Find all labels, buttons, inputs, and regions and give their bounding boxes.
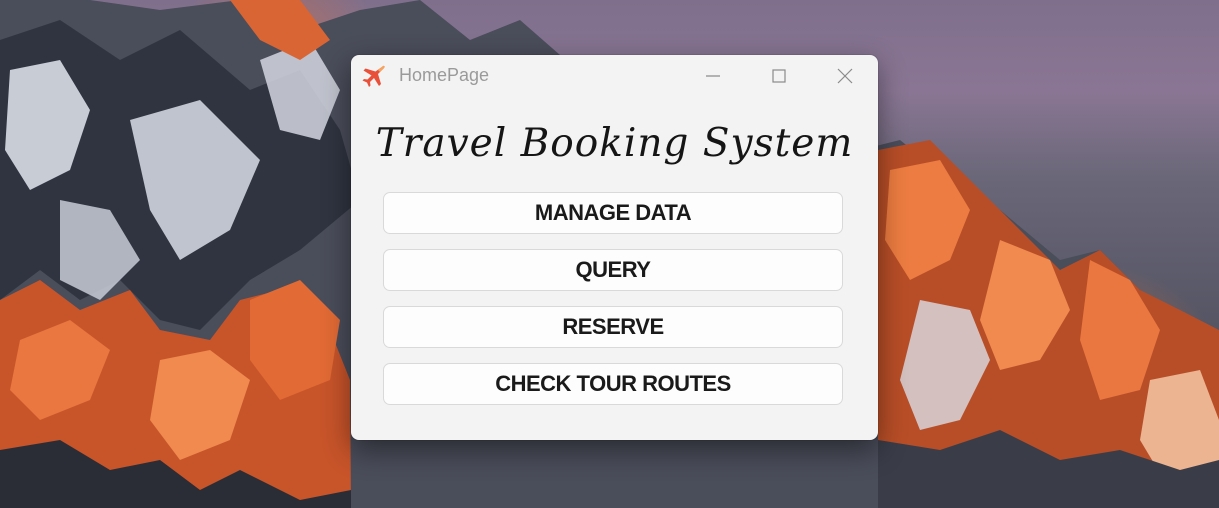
close-button[interactable] <box>825 63 865 89</box>
query-button[interactable]: QUERY <box>383 249 843 291</box>
airplane-icon <box>362 65 385 87</box>
minimize-button[interactable] <box>693 63 733 89</box>
title-bar[interactable]: HomePage <box>351 55 878 97</box>
page-title: Travel Booking System <box>375 121 854 166</box>
minimize-icon <box>706 75 720 77</box>
close-icon <box>837 68 853 84</box>
window-title: HomePage <box>399 65 490 85</box>
homepage-window: HomePage Travel Booking System MANAGE DA… <box>351 55 878 440</box>
manage-data-button[interactable]: MANAGE DATA <box>383 192 843 234</box>
maximize-button[interactable] <box>759 63 799 89</box>
check-tour-routes-button[interactable]: CHECK TOUR ROUTES <box>383 363 843 405</box>
reserve-button[interactable]: RESERVE <box>383 306 843 348</box>
maximize-icon <box>772 69 786 83</box>
